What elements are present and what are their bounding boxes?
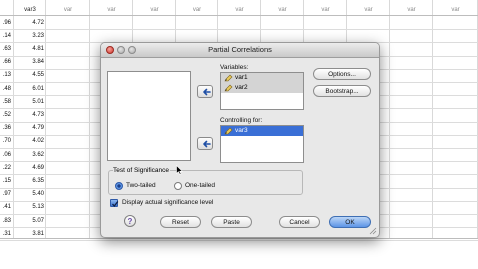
table-cell[interactable]: .48 xyxy=(0,84,11,94)
variable-name: var3 xyxy=(235,127,248,134)
column-header[interactable]: var3 xyxy=(14,5,46,15)
row-divider xyxy=(0,29,478,31)
table-cell[interactable]: .97 xyxy=(0,189,11,199)
scale-variable-icon xyxy=(224,74,233,82)
controlling-for-list[interactable]: var3 xyxy=(220,125,304,163)
table-cell[interactable]: 3.62 xyxy=(14,150,44,160)
table-cell[interactable]: 5.13 xyxy=(14,202,44,212)
arrow-left-icon xyxy=(203,88,211,96)
column-header[interactable]: var xyxy=(218,5,261,15)
table-cell[interactable]: 4.72 xyxy=(14,18,44,28)
grid-column[interactable] xyxy=(46,0,90,238)
column-header[interactable]: var xyxy=(304,5,347,15)
column-header[interactable]: var xyxy=(133,5,176,15)
test-of-significance-title: Test of Significance xyxy=(113,167,171,174)
table-cell[interactable]: 4.81 xyxy=(14,44,44,54)
table-cell[interactable]: 4.69 xyxy=(14,163,44,173)
table-cell[interactable]: 3.23 xyxy=(14,31,44,41)
dialog-title: Partial Correlations xyxy=(208,45,272,54)
table-cell[interactable]: .70 xyxy=(0,136,11,146)
one-tailed-label: One-tailed xyxy=(185,182,215,189)
dialog-titlebar: Partial Correlations xyxy=(101,43,379,58)
table-cell[interactable]: .66 xyxy=(0,57,11,67)
variable-name: var1 xyxy=(235,74,248,81)
one-tailed-radio[interactable] xyxy=(174,182,182,190)
table-cell[interactable]: .22 xyxy=(0,163,11,173)
table-cell[interactable]: .14 xyxy=(0,31,11,41)
table-cell[interactable]: .52 xyxy=(0,110,11,120)
help-button[interactable]: ? xyxy=(124,215,136,227)
table-cell[interactable]: 5.01 xyxy=(14,97,44,107)
column-header[interactable]: var xyxy=(90,5,133,15)
ok-button[interactable]: OK xyxy=(329,216,371,228)
table-cell[interactable]: .41 xyxy=(0,202,11,212)
resize-grip-icon[interactable] xyxy=(369,227,377,235)
table-cell[interactable]: .06 xyxy=(0,150,11,160)
table-cell[interactable]: 5.40 xyxy=(14,189,44,199)
table-cell[interactable]: .36 xyxy=(0,123,11,133)
table-cell[interactable]: 4.55 xyxy=(14,70,44,80)
scale-variable-icon xyxy=(224,127,233,135)
display-significance-checkbox[interactable] xyxy=(110,199,119,208)
grid-column[interactable] xyxy=(433,0,478,238)
list-item[interactable]: var3 xyxy=(221,126,303,136)
column-header[interactable] xyxy=(0,5,14,15)
table-cell[interactable]: 6.35 xyxy=(14,176,44,186)
row-divider xyxy=(0,240,478,242)
table-cell[interactable]: .96 xyxy=(0,18,11,28)
options-button[interactable]: Options... xyxy=(313,68,371,80)
paste-button[interactable]: Paste xyxy=(211,216,252,228)
two-tailed-radio[interactable] xyxy=(115,182,123,190)
column-header[interactable]: var xyxy=(433,5,478,15)
table-cell[interactable]: 3.84 xyxy=(14,57,44,67)
table-cell[interactable]: 4.73 xyxy=(14,110,44,120)
grid-bottom-border xyxy=(0,238,478,239)
arrow-left-icon xyxy=(203,140,211,148)
column-header[interactable]: var xyxy=(261,5,304,15)
reset-button[interactable]: Reset xyxy=(160,216,201,228)
column-header[interactable]: var xyxy=(176,5,218,15)
table-cell[interactable]: .13 xyxy=(0,70,11,80)
move-to-controlling-button[interactable] xyxy=(197,137,213,150)
variables-label: Variables: xyxy=(220,64,249,71)
table-cell[interactable]: 6.01 xyxy=(14,84,44,94)
controlling-for-label: Controlling for: xyxy=(220,117,263,124)
list-item[interactable]: var2 xyxy=(221,83,303,93)
table-cell[interactable]: .58 xyxy=(0,97,11,107)
scale-variable-icon xyxy=(224,84,233,92)
move-to-variables-button[interactable] xyxy=(197,85,213,98)
partial-correlations-dialog: Partial Correlations Variables: var1 var… xyxy=(100,42,380,238)
mouse-pointer-icon xyxy=(176,165,183,175)
column-header[interactable]: var xyxy=(46,5,90,15)
column-header[interactable]: var xyxy=(347,5,390,15)
two-tailed-label: Two-tailed xyxy=(126,182,156,189)
bootstrap-button[interactable]: Bootstrap... xyxy=(313,85,371,97)
source-variable-list[interactable] xyxy=(107,71,191,161)
table-cell[interactable]: .15 xyxy=(0,176,11,186)
header-divider xyxy=(0,15,478,16)
grid-column[interactable] xyxy=(390,0,433,238)
table-cell[interactable]: .63 xyxy=(0,44,11,54)
checkmark-icon xyxy=(112,201,119,208)
table-cell[interactable]: .83 xyxy=(0,216,11,226)
table-cell[interactable]: 4.79 xyxy=(14,123,44,133)
list-item[interactable]: var1 xyxy=(221,73,303,83)
column-header[interactable]: var xyxy=(390,5,433,15)
variables-list[interactable]: var1 var2 xyxy=(220,72,304,110)
table-cell[interactable]: 5.07 xyxy=(14,216,44,226)
cancel-button[interactable]: Cancel xyxy=(279,216,320,228)
display-significance-label: Display actual significance level xyxy=(122,199,214,206)
variable-name: var2 xyxy=(235,84,248,91)
table-cell[interactable]: 4.02 xyxy=(14,136,44,146)
